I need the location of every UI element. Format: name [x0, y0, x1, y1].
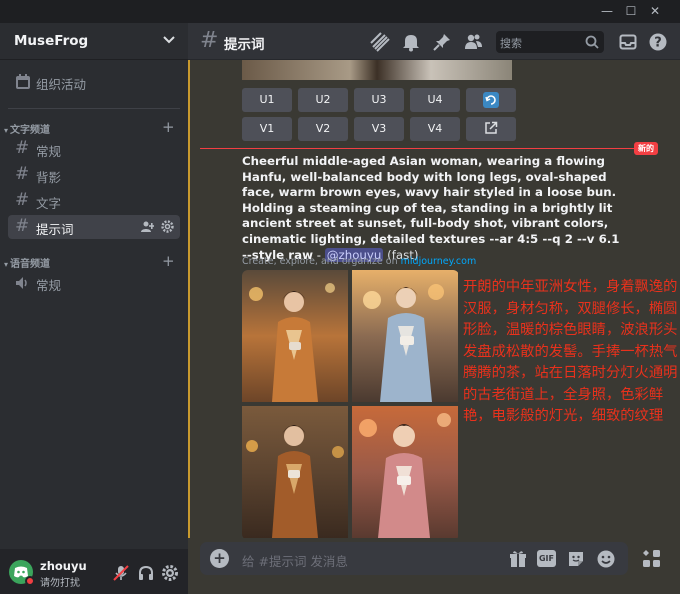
variation-3-button[interactable]: V3 — [354, 117, 404, 141]
emoji-icon[interactable] — [596, 549, 616, 569]
category-label: 文字频道 — [10, 125, 51, 136]
channel-item-text[interactable]: # 文字 — [8, 189, 180, 213]
generated-image-1[interactable] — [242, 270, 348, 402]
message-placeholder: 给 #提示词 发消息 — [242, 554, 348, 569]
caret-down-icon: ▾ — [4, 260, 9, 269]
mic-muted-icon[interactable] — [112, 564, 130, 582]
voice-channel-general[interactable]: 常规 — [8, 271, 180, 295]
server-header[interactable]: MuseFrog — [0, 23, 188, 60]
new-messages-badge: 新的 — [634, 142, 658, 155]
members-icon[interactable] — [463, 32, 483, 52]
add-text-channel-button[interactable]: + — [162, 120, 175, 135]
variation-4-button[interactable]: V4 — [410, 117, 460, 141]
username: zhouyu — [40, 559, 87, 573]
main-panel: # 提示词 搜索 ? U1 U2 U3 U4 V1 V2 V3 V4 新的 Ch… — [188, 23, 680, 594]
maximize-button[interactable]: ☐ — [621, 3, 641, 19]
generated-image-4[interactable] — [352, 406, 458, 538]
add-voice-channel-button[interactable]: + — [162, 254, 175, 269]
channel-title: 提示词 — [224, 37, 265, 53]
channel-sidebar: MuseFrog 组织活动 ▾ 文字频道 + # 常规 # 背影 # 文字 # 提… — [0, 23, 188, 594]
upscale-3-button[interactable]: U3 — [354, 88, 404, 112]
pin-icon[interactable] — [432, 32, 452, 52]
channel-label: 文字 — [36, 196, 62, 211]
channel-label: 背影 — [36, 170, 62, 185]
channel-label: 常规 — [36, 144, 62, 159]
channel-item-background[interactable]: # 背影 — [8, 163, 180, 187]
category-voice-channels[interactable]: ▾ 语音频道 — [4, 255, 50, 270]
inbox-icon[interactable] — [618, 32, 638, 52]
speaker-icon — [16, 277, 27, 289]
subtext-body: Create, explore, and organize on — [242, 256, 401, 267]
channel-tools — [140, 220, 174, 237]
mention-highlight-bar — [188, 60, 190, 538]
new-messages-divider — [200, 148, 658, 149]
chevron-down-icon — [163, 36, 175, 44]
hash-icon: # — [15, 190, 30, 210]
gift-icon[interactable] — [508, 549, 528, 569]
invite-icon[interactable] — [140, 220, 155, 233]
server-name: MuseFrog — [14, 33, 89, 49]
channel-label: 常规 — [36, 278, 62, 293]
hash-icon: # — [200, 28, 219, 53]
user-status: 请勿打扰 — [40, 578, 80, 589]
user-panel: zhouyu 请勿打扰 — [0, 549, 188, 594]
divider — [8, 108, 180, 109]
channel-header: # 提示词 搜索 ? — [188, 23, 680, 60]
prompt-text: Cheerful middle-aged Asian woman, wearin… — [242, 154, 622, 263]
gif-button[interactable]: GIF — [537, 550, 556, 567]
generated-image-3[interactable] — [242, 406, 348, 538]
category-label: 语音频道 — [10, 259, 51, 270]
hash-icon: # — [15, 164, 30, 184]
reroll-button[interactable] — [466, 88, 516, 112]
category-text-channels[interactable]: ▾ 文字频道 — [4, 121, 50, 136]
search-placeholder: 搜索 — [500, 37, 522, 50]
channel-label: 提示词 — [36, 222, 74, 237]
open-link-button[interactable] — [466, 117, 516, 141]
bell-icon[interactable] — [401, 32, 421, 52]
upscale-2-button[interactable]: U2 — [298, 88, 348, 112]
channel-item-general[interactable]: # 常规 — [8, 137, 180, 161]
threads-icon[interactable] — [370, 32, 390, 52]
add-attachment-button[interactable]: + — [210, 549, 229, 568]
message-list: U1 U2 U3 U4 V1 V2 V3 V4 新的 Cheerful midd… — [188, 60, 680, 538]
apps-icon[interactable] — [640, 547, 664, 571]
events-label: 组织活动 — [36, 77, 87, 92]
window-titlebar: — ☐ ✕ — [0, 0, 680, 23]
help-icon[interactable]: ? — [648, 32, 668, 52]
search-input[interactable]: 搜索 — [496, 31, 604, 53]
midjourney-link[interactable]: midjourney.com — [401, 256, 477, 267]
generated-image-2[interactable] — [352, 270, 458, 402]
message-input[interactable]: + 给 #提示词 发消息 GIF — [200, 542, 628, 575]
calendar-icon — [16, 74, 30, 89]
close-button[interactable]: ✕ — [645, 3, 665, 19]
gear-icon[interactable] — [161, 220, 174, 233]
generated-image-grid[interactable] — [242, 270, 459, 538]
caret-down-icon: ▾ — [4, 126, 9, 135]
refresh-icon — [483, 92, 499, 108]
variation-1-button[interactable]: V1 — [242, 117, 292, 141]
minimize-button[interactable]: — — [597, 3, 617, 19]
subtext: Create, explore, and organize on midjour… — [242, 256, 476, 267]
gear-icon[interactable] — [161, 564, 179, 582]
external-link-icon — [485, 121, 498, 134]
svg-text:?: ? — [654, 36, 662, 51]
headphones-icon[interactable] — [137, 564, 155, 582]
sticker-icon[interactable] — [566, 549, 586, 569]
events-item[interactable]: 组织活动 — [8, 69, 180, 95]
dnd-status-icon — [25, 576, 35, 586]
previous-image-grid[interactable] — [242, 60, 512, 80]
search-icon — [585, 35, 599, 49]
channel-item-prompts[interactable]: # 提示词 — [8, 215, 180, 239]
hash-icon: # — [15, 138, 30, 158]
upscale-1-button[interactable]: U1 — [242, 88, 292, 112]
prompt-body: Cheerful middle-aged Asian woman, wearin… — [242, 154, 620, 262]
chinese-translation: 开朗的中年亚洲女性，身着飘逸的汉服，身材匀称，双腿修长，椭圆形脸，温暖的棕色眼睛… — [463, 279, 678, 424]
upscale-4-button[interactable]: U4 — [410, 88, 460, 112]
variation-2-button[interactable]: V2 — [298, 117, 348, 141]
hash-icon: # — [15, 216, 30, 236]
